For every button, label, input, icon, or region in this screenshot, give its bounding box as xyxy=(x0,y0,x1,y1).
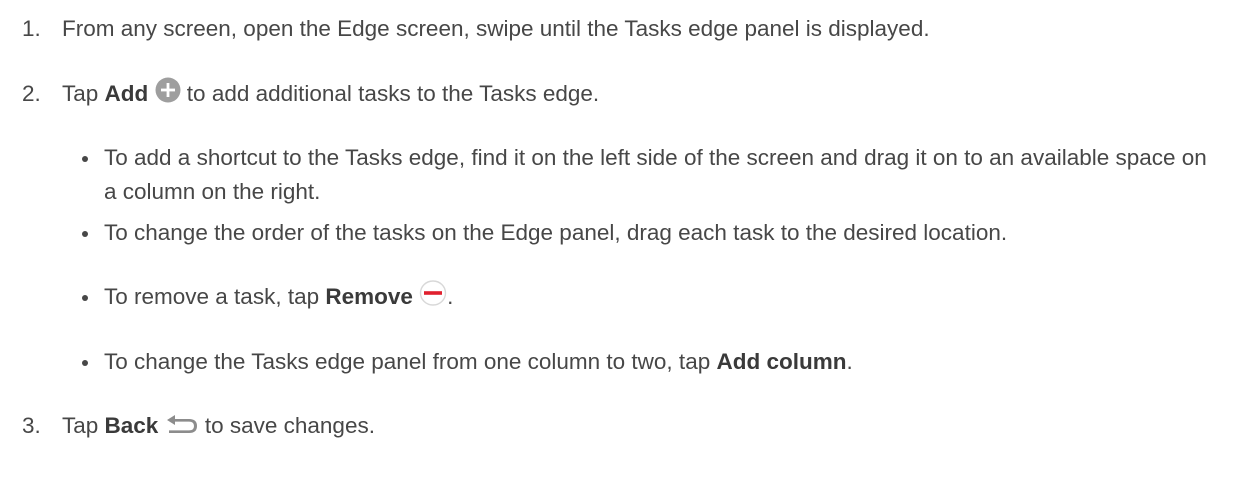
step-3: 3. Tap Back to save changes. xyxy=(22,409,375,445)
bullet-dot xyxy=(82,295,88,301)
back-label: Back xyxy=(104,413,159,438)
bullet-dot xyxy=(82,156,88,162)
add-plus-icon xyxy=(155,77,181,113)
step-text: From any screen, open the Edge screen, s… xyxy=(62,16,930,41)
remove-minus-icon xyxy=(419,280,447,316)
step-prefix: Tap xyxy=(62,81,105,106)
step-number: 1. xyxy=(22,16,41,41)
add-label: Add xyxy=(104,81,149,106)
list-item: To change the Tasks edge panel from one … xyxy=(82,345,1214,379)
step-prefix: Tap xyxy=(62,413,105,438)
step-number: 3. xyxy=(22,413,41,438)
list-item: To remove a task, tap Remove . xyxy=(82,280,1214,316)
bullet-dot xyxy=(82,231,88,237)
add-column-label: Add column xyxy=(716,349,847,374)
bullet-text: To change the order of the tasks on the … xyxy=(104,220,1008,245)
bullet-prefix: To change the Tasks edge panel from one … xyxy=(104,349,717,374)
step-number: 2. xyxy=(22,81,41,106)
instructions-document: 1. From any screen, open the Edge screen,… xyxy=(0,0,1236,484)
step-suffix: to add additional tasks to the Tasks edg… xyxy=(180,81,600,106)
bullet-dot xyxy=(82,360,88,366)
bullet-suffix: . xyxy=(846,349,853,374)
step-1: 1. From any screen, open the Edge screen,… xyxy=(22,12,930,46)
remove-label: Remove xyxy=(325,284,413,309)
step-2: 2. Tap Add to add additional tasks to the… xyxy=(22,77,599,113)
bullet-prefix: To remove a task, tap xyxy=(104,284,326,309)
back-arrow-icon xyxy=(165,411,199,445)
list-item: To add a shortcut to the Tasks edge, fin… xyxy=(82,141,1214,209)
step-suffix: to save changes. xyxy=(198,413,375,438)
bullet-text: To add a shortcut to the Tasks edge, fin… xyxy=(104,145,1207,204)
bullet-suffix: . xyxy=(447,284,454,309)
list-item: To change the order of the tasks on the … xyxy=(82,216,1214,250)
